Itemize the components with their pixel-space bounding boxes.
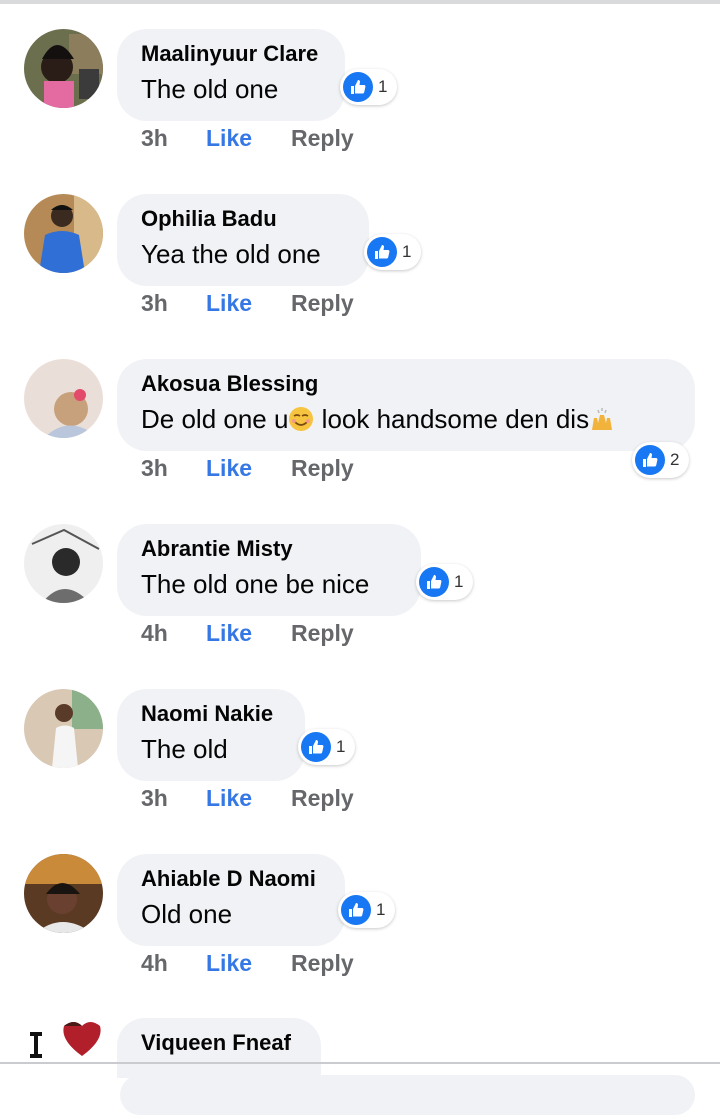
comment-item: Naomi Nakie The old 1 3h Like Reply — [0, 689, 720, 849]
reply-button[interactable]: Reply — [291, 950, 354, 977]
top-divider — [0, 0, 720, 4]
reply-button[interactable]: Reply — [291, 785, 354, 812]
comment-time[interactable]: 4h — [141, 620, 168, 647]
reaction-count: 1 — [378, 77, 388, 96]
like-button[interactable]: Like — [206, 620, 252, 647]
reaction-count: 2 — [670, 450, 680, 469]
like-button[interactable]: Like — [206, 950, 252, 977]
comment-time[interactable]: 3h — [141, 455, 168, 482]
comment-item: Ahiable D Naomi Old one 1 4h Like Reply — [0, 854, 720, 1014]
avatar[interactable] — [24, 1018, 103, 1064]
avatar[interactable] — [24, 29, 103, 108]
comment-time[interactable]: 4h — [141, 950, 168, 977]
comment-time[interactable]: 3h — [141, 125, 168, 152]
like-button[interactable]: Like — [206, 290, 252, 317]
comment-text: The old one be nice — [141, 569, 370, 599]
reaction-count: 1 — [402, 242, 412, 261]
like-button[interactable]: Like — [206, 785, 252, 812]
commenter-name[interactable]: Viqueen Fneaf — [141, 1030, 291, 1056]
reply-button[interactable]: Reply — [291, 620, 354, 647]
smiling-face-icon — [288, 406, 314, 432]
comment-text: Old one — [141, 899, 233, 929]
comment-text-part: De old one u — [141, 404, 289, 434]
commenter-name[interactable]: Abrantie Misty — [141, 536, 293, 562]
reaction-count: 1 — [454, 572, 464, 591]
comment-item: Maalinyuur Clare The old one 1 3h Like R… — [0, 29, 720, 189]
like-thumb-icon — [301, 732, 331, 762]
like-button[interactable]: Like — [206, 455, 252, 482]
reply-button[interactable]: Reply — [291, 125, 354, 152]
commenter-name[interactable]: Ophilia Badu — [141, 206, 277, 232]
commenter-name[interactable]: Naomi Nakie — [141, 701, 273, 727]
reaction-badge[interactable]: 1 — [298, 729, 356, 765]
reaction-badge[interactable]: 1 — [416, 564, 474, 600]
reaction-badge[interactable]: 1 — [340, 69, 398, 105]
reply-button[interactable]: Reply — [291, 290, 354, 317]
comment-time[interactable]: 3h — [141, 290, 168, 317]
like-thumb-icon — [419, 567, 449, 597]
commenter-name[interactable]: Ahiable D Naomi — [141, 866, 316, 892]
comment-text: Yea the old one — [141, 239, 321, 269]
raising-hands-icon — [589, 406, 615, 432]
commenter-name[interactable]: Maalinyuur Clare — [141, 41, 318, 67]
reaction-count: 1 — [336, 737, 346, 756]
like-thumb-icon — [367, 237, 397, 267]
reaction-count: 1 — [376, 900, 386, 919]
avatar[interactable] — [24, 689, 103, 768]
reaction-badge[interactable]: 2 — [632, 442, 690, 478]
avatar[interactable] — [24, 359, 103, 438]
composer-divider — [0, 1062, 720, 1064]
comment-text: The old — [141, 734, 228, 764]
avatar[interactable] — [24, 524, 103, 603]
comment-text: The old one — [141, 74, 279, 104]
comment-item: Ophilia Badu Yea the old one 1 3h Like R… — [0, 194, 720, 354]
reply-button[interactable]: Reply — [291, 455, 354, 482]
reaction-badge[interactable]: 1 — [338, 892, 396, 928]
like-thumb-icon — [635, 445, 665, 475]
comment-time[interactable]: 3h — [141, 785, 168, 812]
commenter-name[interactable]: Akosua Blessing — [141, 371, 318, 397]
like-thumb-icon — [341, 895, 371, 925]
like-thumb-icon — [343, 72, 373, 102]
comment-item: Abrantie Misty The old one be nice 1 4h … — [0, 524, 720, 684]
avatar[interactable] — [24, 854, 103, 933]
reaction-badge[interactable]: 1 — [364, 234, 422, 270]
avatar[interactable] — [24, 194, 103, 273]
write-comment-input[interactable] — [120, 1075, 695, 1115]
like-button[interactable]: Like — [206, 125, 252, 152]
comment-text-part: look handsome den dis — [314, 404, 590, 434]
comment-item: Akosua Blessing De old one u look handso… — [0, 359, 720, 519]
comment-text: De old one u look handsome den dis — [141, 404, 615, 435]
